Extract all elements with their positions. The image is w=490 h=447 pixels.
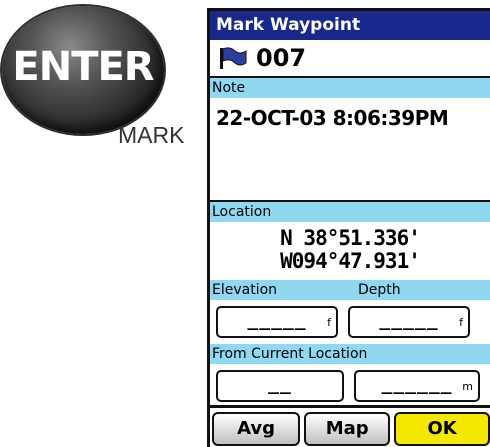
waypoint-name-field[interactable]: 007 [210, 40, 490, 78]
elevation-depth-labels: Elevation Depth [210, 280, 490, 300]
note-label: Note [210, 78, 490, 98]
enter-button-label: ENTER [12, 44, 154, 90]
from-current-location-fields: __ ______ m [210, 364, 490, 408]
distance-field: ______ m [354, 370, 480, 402]
bearing-value: __ [268, 374, 292, 395]
avg-button[interactable]: Avg [212, 412, 301, 446]
location-label: Location [210, 202, 490, 222]
from-current-location-label: From Current Location [210, 344, 490, 364]
elevation-field[interactable]: _____ f [216, 306, 338, 338]
note-field[interactable]: 22-OCT-03 8:06:39PM [210, 98, 490, 202]
distance-value: ______ [381, 374, 453, 395]
latitude-value: N 38°51.336' [280, 226, 421, 250]
enter-hardware-button[interactable]: ENTER [2, 6, 164, 134]
map-button[interactable]: Map [304, 412, 391, 446]
depth-field[interactable]: _____ f [348, 306, 470, 338]
note-text: 22-OCT-03 8:06:39PM [216, 106, 449, 130]
waypoint-name: 007 [256, 44, 307, 72]
device-screen: Mark Waypoint 007 Note 22-OCT-03 8:06:39… [207, 8, 490, 447]
flag-icon[interactable] [218, 46, 248, 70]
location-field[interactable]: N 38°51.336' W094°47.931' [210, 222, 490, 280]
elevation-unit: f [327, 316, 332, 329]
depth-unit: f [459, 316, 464, 329]
action-buttons: Avg Map OK [210, 405, 490, 447]
mark-caption: MARK [118, 122, 185, 148]
elevation-label: Elevation [212, 282, 278, 298]
bearing-field: __ [216, 370, 344, 402]
distance-unit: m [462, 380, 474, 393]
longitude-value: W094°47.931' [280, 249, 421, 273]
screen-title: Mark Waypoint [210, 11, 490, 40]
elevation-value: _____ [247, 310, 307, 331]
depth-value: _____ [379, 310, 439, 331]
ok-button[interactable]: OK [394, 412, 490, 446]
depth-label: Depth [358, 282, 401, 298]
elevation-depth-fields: _____ f _____ f [210, 300, 490, 344]
